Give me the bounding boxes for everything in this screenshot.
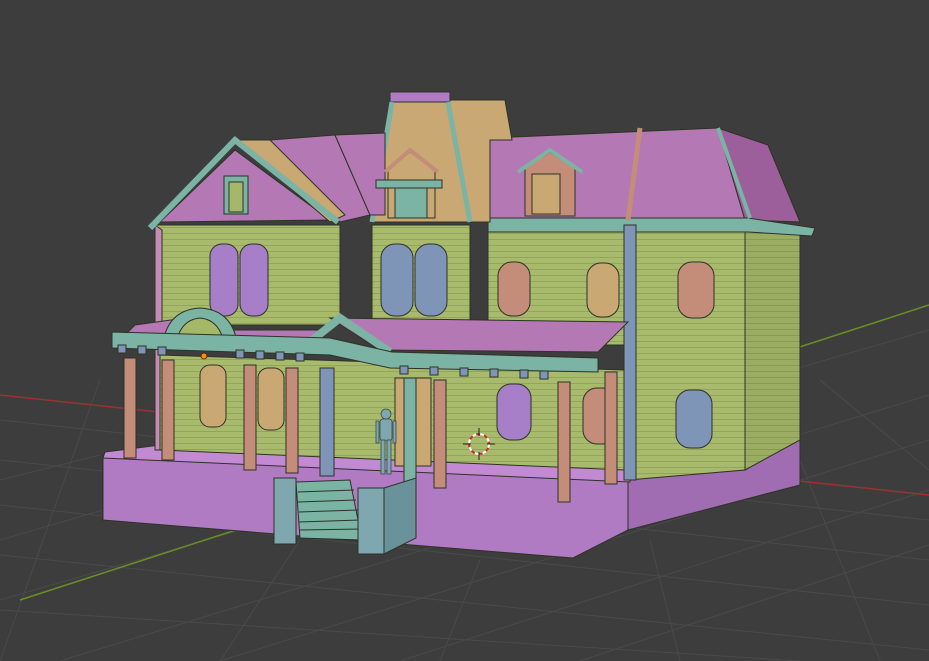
column-7	[433, 379, 447, 489]
tower-roof-cap	[389, 91, 451, 103]
origin-point[interactable]	[200, 352, 208, 360]
column-1	[123, 357, 137, 459]
column-8	[557, 381, 571, 503]
porch-roof-right	[328, 317, 630, 353]
right-upper-window-1	[497, 261, 531, 317]
right-lower-window-3	[675, 389, 713, 449]
porch-window-2	[257, 367, 285, 431]
right-upper-window-2	[586, 262, 620, 318]
tower-window-1	[380, 243, 414, 317]
downspout	[623, 224, 637, 481]
porch-window-1	[199, 364, 227, 428]
left-upper-window-1	[209, 243, 239, 317]
tower-window-2	[414, 243, 448, 317]
right-lower-window-1	[496, 383, 532, 441]
right-upper-window-3	[677, 261, 715, 319]
right-wing-side-wall	[744, 229, 801, 471]
porch-back-wall	[159, 354, 626, 471]
column-3	[243, 364, 257, 471]
column-9	[604, 371, 618, 485]
step-post-right	[357, 487, 385, 555]
house-model[interactable]	[102, 91, 816, 559]
column-6	[403, 377, 417, 487]
column-2	[161, 359, 175, 461]
column-5	[319, 367, 335, 477]
column-4	[285, 367, 299, 474]
step-post-left	[273, 477, 297, 545]
3d-viewport[interactable]	[0, 0, 929, 661]
left-upper-window-2	[239, 243, 269, 317]
